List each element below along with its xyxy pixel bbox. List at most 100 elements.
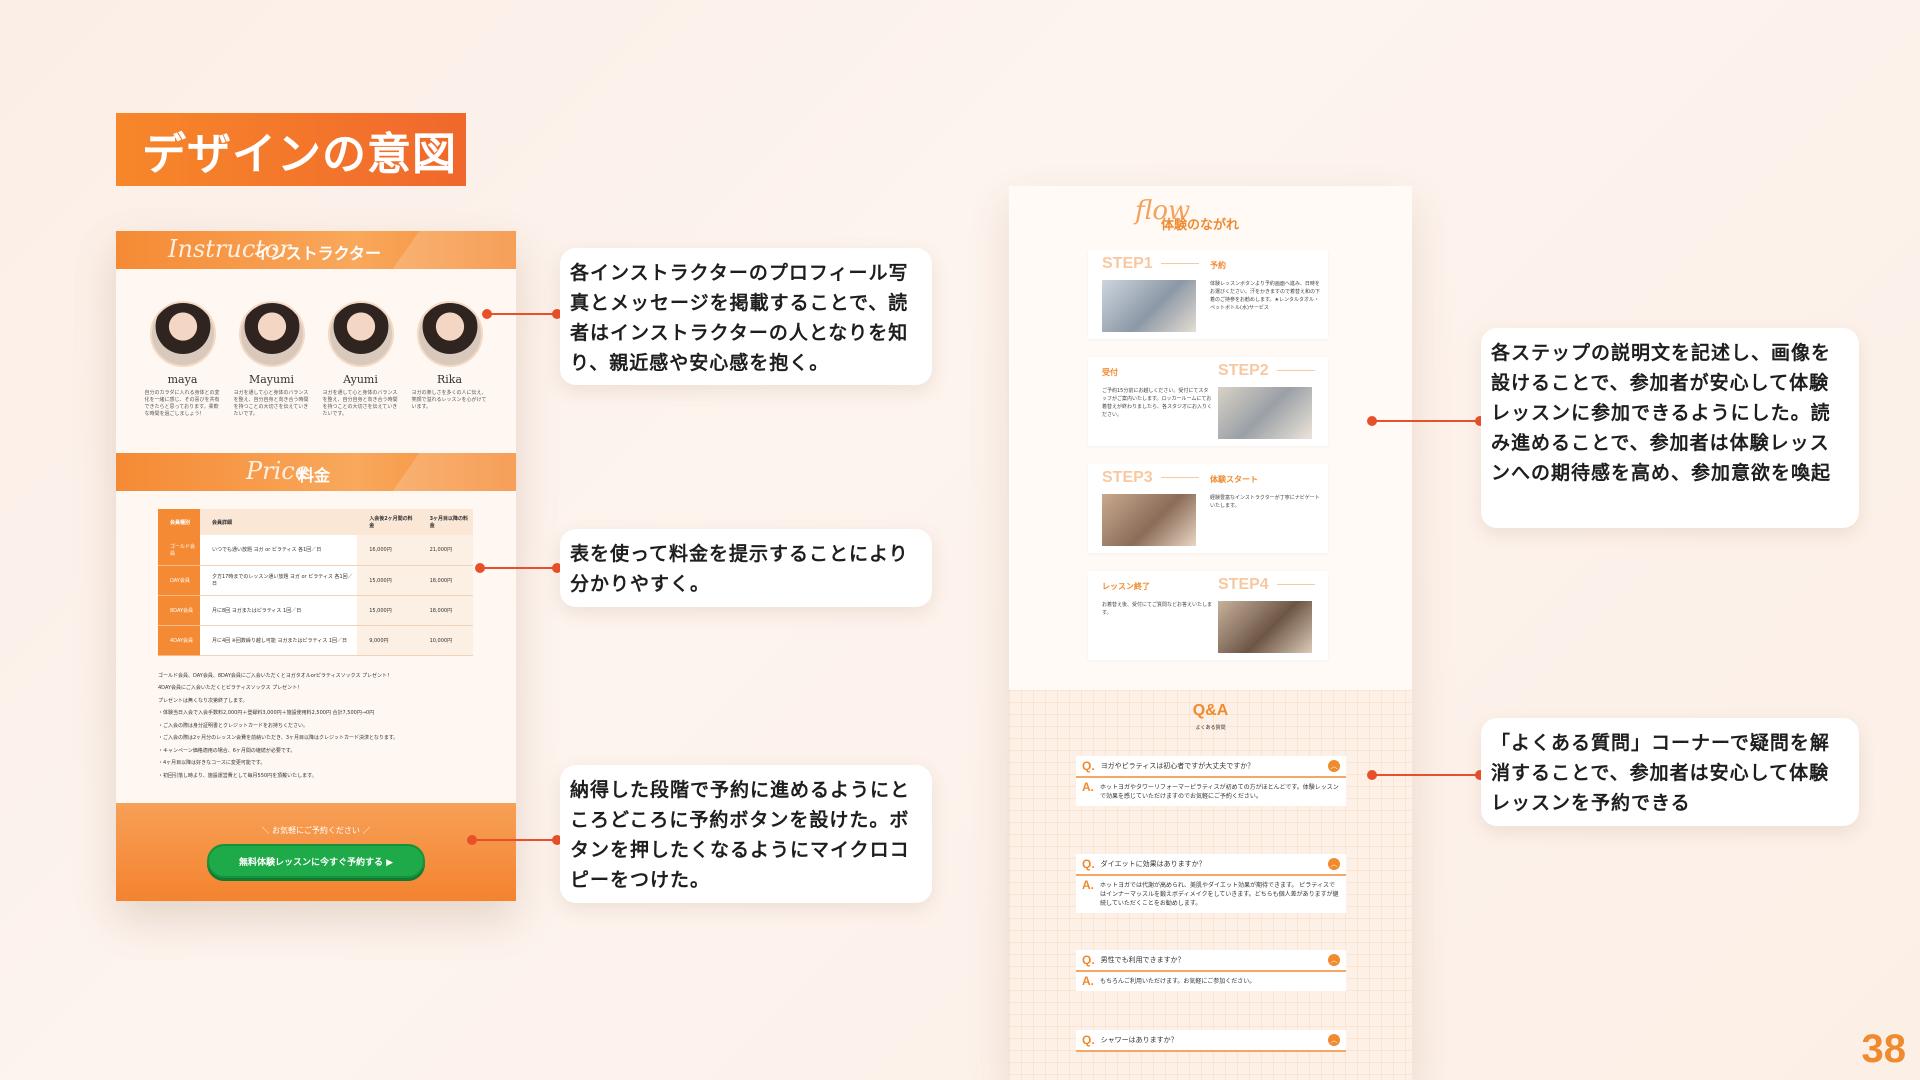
step-photo: [1218, 387, 1312, 439]
callout-qa: 「よくある質問」コーナーで疑問を解消することで、参加者は安心して体験レッスンを予…: [1481, 718, 1859, 826]
qa-section: Q&A よくある質問 Q. ヨガやピラティスは初心者ですが大丈夫ですか？ ︿ A…: [1009, 690, 1412, 1080]
table-header: 会員種別: [158, 509, 200, 535]
price-first: 9,000円: [357, 625, 418, 656]
step-photo: [1102, 494, 1196, 546]
step-desc: ご予約15分前にお越しください。受付にてスタッフがご案内いたします。ロッカールー…: [1102, 388, 1213, 418]
chevron-up-icon[interactable]: ︿: [1328, 760, 1340, 772]
step-label: STEP3: [1102, 469, 1199, 487]
instructor-header-band: Instructor インストラクター: [116, 231, 516, 269]
note-line: ・キャンペーン価格適用の場合、6ヶ月間の継続が必要です。: [158, 747, 296, 754]
step-desc: 体験レッスンボタンより予約画面へ進み、日時をお選びください。汗をかきますので着替…: [1210, 281, 1321, 311]
note-line: ・体験当日入会で入会手数料2,000円＋登録料3,000円＋施設使用料2,500…: [158, 710, 375, 716]
qa-item[interactable]: Q. 男性でも利用できますか？ ︿ A. もちろんご利用いただけます。お気軽にご…: [1076, 950, 1346, 991]
qa-item[interactable]: Q. ヨガやピラティスは初心者ですが大丈夫ですか？ ︿ A. ホットヨガやタワー…: [1076, 756, 1346, 806]
step-title: 体験スタート: [1210, 475, 1258, 484]
connector-line: [1367, 416, 1485, 426]
price-table: 会員種別 会員詳細 入会後2ヶ月間の料金 3ヶ月目以降の料金 ゴールド会員 いつ…: [158, 509, 473, 656]
step-desc: お着替え後、受付にてご質問などお答えいたします。: [1102, 602, 1213, 616]
callout-instructor: 各インストラクターのプロフィール写真とメッセージを掲載することで、読者はインスト…: [560, 248, 932, 385]
answer-text: もちろんご利用いただけます。お気軽にご参加ください。: [1100, 978, 1256, 985]
instructor-message: ヨガを通して心と身体のバランスを整え、自分自身と向き合う時間を持つことの大切さを…: [233, 390, 309, 417]
qa-subtitle: よくある質問: [1195, 725, 1226, 731]
membership-detail: 夕方17時までのレッスン通い放題 ヨガ or ピラティス 各1回／日: [199, 565, 358, 596]
step-card-2: 受付 STEP2 ご予約15分前にお越しください。受付にてスタッフがご案内いたし…: [1088, 357, 1328, 446]
step-card-4: レッスン終了 STEP4 お着替え後、受付にてご質問などお答えいたします。: [1088, 571, 1328, 660]
step-label: STEP2: [1218, 362, 1315, 380]
landing-page-mock-left: Instructor インストラクター maya 自分のカラダに入れる身体との変…: [116, 231, 516, 901]
instructor-card: Rika ヨガの楽しさを多くの人に伝え、笑顔で溢れるレッスンを心がけています。: [412, 301, 488, 453]
answer-text: ホットヨガでは代謝が高められ、美肌やダイエット効果が期待できます。 ピラティスで…: [1100, 882, 1339, 907]
chevron-up-icon[interactable]: ︿: [1328, 858, 1340, 870]
step-card-3: STEP3 体験スタート 経験豊富なインストラクターが丁寧にナビゲートいたします…: [1088, 464, 1328, 553]
cta-area: ＼ お気軽にご予約ください ／ 無料体験レッスンに今すぐ予約する ▶: [116, 803, 516, 901]
chevron-up-icon[interactable]: ︿: [1328, 954, 1340, 966]
membership-type: 4DAY会員: [158, 625, 200, 656]
instructor-name: maya: [167, 373, 198, 386]
qa-item[interactable]: Q. ダイエットに効果はありますか？ ︿ A. ホットヨガでは代謝が高められ、美…: [1076, 854, 1346, 913]
q-mark-icon: Q.: [1082, 759, 1095, 773]
instructor-name: Ayumi: [343, 373, 378, 386]
avatar: [238, 301, 305, 367]
avatar: [416, 301, 483, 367]
step-label: STEP1: [1102, 255, 1199, 273]
cta-micro-copy: ＼ お気軽にご予約ください ／: [261, 826, 371, 835]
slide-title: デザインの意図: [116, 113, 466, 186]
a-mark-icon: A.: [1082, 974, 1094, 988]
price-heading: 料金: [298, 466, 331, 485]
table-row: ゴールド会員 いつでも通い放題 ヨガ or ピラティス 各1回／日 16,000…: [158, 535, 473, 566]
step-desc: 経験豊富なインストラクターが丁寧にナビゲートいたします。: [1210, 495, 1320, 509]
instructor-name: Rika: [436, 373, 463, 386]
callout-flow: 各ステップの説明文を記述し、画像を設けることで、参加者が安心して体験レッスンに参…: [1481, 328, 1859, 528]
instructor-message: ヨガを通して心と身体のバランスを整え、自分自身と向き合う時間を持つことの大切さを…: [322, 390, 398, 417]
note-line: ・ご入会の際は身分証明書とクレジットカードをお持ちください。: [158, 722, 309, 729]
table-row: 8DAY会員 月に8回 ヨガまたはピラティス 1回／日 15,000円 18,0…: [158, 595, 473, 626]
page-number: 38: [1861, 1027, 1907, 1071]
qa-question[interactable]: Q. ヨガやピラティスは初心者ですが大丈夫ですか？ ︿: [1076, 756, 1346, 778]
callout-price: 表を使って料金を提示することにより分かりやすく。: [560, 529, 932, 607]
price-header-band: Price 料金: [116, 453, 516, 491]
note-line: プレゼントは無くなり次第終了します。: [158, 697, 248, 704]
price-first: 16,000円: [357, 535, 418, 566]
price-notes: ゴールド会員、DAY会員、8DAY会員にご入会いただくとヨガタオルorピラティス…: [116, 656, 516, 783]
membership-detail: 月に8回 ヨガまたはピラティス 1回／日: [199, 595, 358, 626]
step-title: 受付: [1102, 368, 1118, 377]
instructor-card: maya 自分のカラダに入れる身体との変化を一緒に感じ、その喜びを共有できたらと…: [145, 301, 221, 453]
instructor-list: maya 自分のカラダに入れる身体との変化を一緒に感じ、その喜びを共有できたらと…: [116, 269, 516, 453]
chevron-up-icon[interactable]: ︿: [1328, 1034, 1340, 1046]
membership-type: DAY会員: [158, 565, 200, 596]
qa-question[interactable]: Q. ダイエットに効果はありますか？ ︿: [1076, 854, 1346, 876]
a-mark-icon: A.: [1082, 878, 1094, 892]
question-text: シャワーはありますか？: [1100, 1036, 1178, 1044]
connector-line: [475, 563, 562, 573]
question-text: ダイエットに効果はありますか？: [1100, 860, 1206, 868]
reserve-trial-button[interactable]: 無料体験レッスンに今すぐ予約する ▶: [207, 844, 425, 878]
price-first: 15,000円: [357, 565, 418, 596]
price-later: 10,000円: [417, 625, 473, 656]
table-header: 入会後2ヶ月間の料金: [357, 509, 418, 535]
question-text: 男性でも利用できますか？: [1100, 956, 1185, 964]
answer-text: ホットヨガやタワーリフォーマーピラティスが初めての方がほとんどです。体験レッスン…: [1100, 784, 1339, 800]
price-later: 18,000円: [417, 595, 473, 626]
instructor-card: Ayumi ヨガを通して心と身体のバランスを整え、自分自身と向き合う時間を持つこ…: [323, 301, 399, 453]
qa-answer: A. ホットヨガでは代謝が高められ、美肌やダイエット効果が期待できます。 ピラテ…: [1076, 876, 1346, 913]
connector-line: [1367, 770, 1485, 780]
instructor-card: Mayumi ヨガを通して心と身体のバランスを整え、自分自身と向き合う時間を持つ…: [234, 301, 310, 453]
instructor-message: 自分のカラダに入れる身体との変化を一緒に感じ、その喜びを共有できたらと思っており…: [144, 390, 220, 417]
note-line: ・4ヶ月目以降は好きなコースに変更可能です。: [158, 760, 266, 766]
qa-question[interactable]: Q. 男性でも利用できますか？ ︿: [1076, 950, 1346, 972]
membership-detail: 月に4回 ※回数繰り越し可能 ヨガまたはピラティス 1回／日: [199, 625, 358, 656]
q-mark-icon: Q.: [1082, 953, 1095, 967]
connector-line: [482, 309, 562, 319]
table-header-row: 会員種別 会員詳細 入会後2ヶ月間の料金 3ヶ月目以降の料金: [158, 509, 473, 535]
qa-question[interactable]: Q. シャワーはありますか？ ︿: [1076, 1030, 1346, 1052]
question-text: ヨガやピラティスは初心者ですが大丈夫ですか？: [1100, 762, 1255, 770]
step-photo: [1218, 601, 1312, 653]
step-card-1: STEP1 予約 体験レッスンボタンより予約画面へ進み、日時をお選びください。汗…: [1088, 250, 1328, 339]
instructor-name: Mayumi: [248, 373, 295, 386]
table-header: 会員詳細: [199, 509, 358, 535]
flow-heading: 体験のながれ: [1161, 218, 1240, 233]
membership-type: 8DAY会員: [158, 595, 200, 626]
table-row: DAY会員 夕方17時までのレッスン通い放題 ヨガ or ピラティス 各1回／日…: [158, 565, 473, 596]
qa-item[interactable]: Q. シャワーはありますか？ ︿: [1076, 1030, 1346, 1052]
note-line: ゴールド会員、DAY会員、8DAY会員にご入会いただくとヨガタオルorピラティス…: [158, 672, 393, 679]
